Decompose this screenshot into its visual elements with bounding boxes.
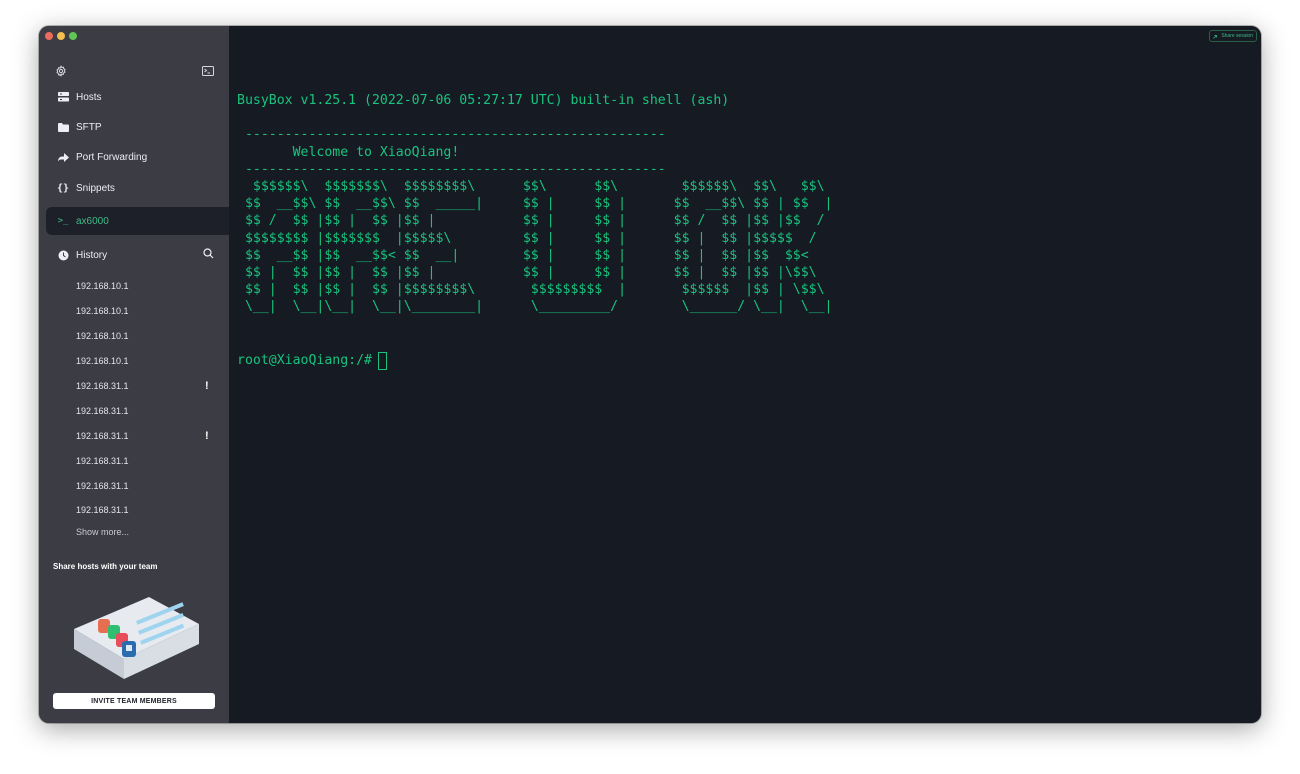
- history-item[interactable]: 192.168.31.1!: [39, 423, 229, 448]
- terminal-line: $$ __$$ |$$ __$$< $$ __| $$ | $$ | $$ | …: [237, 247, 809, 263]
- history-label: History: [76, 249, 108, 261]
- sidebar-item-port-forwarding[interactable]: Port Forwarding: [39, 143, 229, 171]
- history-item[interactable]: 192.168.31.1: [39, 473, 229, 498]
- share-session-button[interactable]: Share session: [1209, 30, 1257, 42]
- history-item-label: 192.168.31.1: [76, 381, 129, 391]
- history-item-label: 192.168.10.1: [76, 281, 129, 292]
- history-header[interactable]: History: [39, 245, 229, 265]
- history-item[interactable]: 192.168.31.1: [39, 498, 229, 523]
- terminal-line: \__| \__|\__| \__|\________| \_________/…: [237, 299, 833, 315]
- sidebar-item-label: Hosts: [76, 91, 102, 103]
- invite-team-members-button[interactable]: INVITE TEAM MEMBERS: [53, 693, 215, 709]
- terminal-line: $$ __$$\ $$ __$$\ $$ _____| $$ | $$ | $$…: [237, 196, 833, 212]
- warning-icon: !: [205, 380, 209, 392]
- sidebar-item-snippets[interactable]: {} Snippets: [39, 174, 229, 202]
- terminal-line: $$$$$$$$ |$$$$$$$ |$$$$$\ $$ | $$ | $$ |…: [237, 230, 817, 246]
- history-item-label: 192.168.31.1: [76, 505, 129, 516]
- history-item[interactable]: 192.168.10.1: [39, 324, 229, 349]
- history-item[interactable]: 192.168.31.1: [39, 398, 229, 423]
- terminal-line: $$ / $$ |$$ | $$ |$$ | $$ | $$ | $$ / $$…: [237, 213, 825, 229]
- window-controls: [45, 32, 77, 40]
- sidebar-item-label: Snippets: [76, 182, 115, 194]
- history-item[interactable]: 192.168.10.1: [39, 274, 229, 299]
- history-item-label: 192.168.31.1: [76, 430, 129, 441]
- share-hosts-title: Share hosts with your team: [53, 562, 158, 571]
- terminal-prompt-line[interactable]: root@XiaoQiang:/#: [237, 352, 387, 370]
- terminal-line: $$ | $$ |$$ | $$ |$$ | $$ | $$ | $$ | $$…: [237, 265, 817, 281]
- show-more-link[interactable]: Show more...: [76, 527, 129, 537]
- new-terminal-icon[interactable]: [201, 64, 215, 78]
- history-item-label: 192.168.10.1: [76, 306, 129, 317]
- sidebar-item-label: Port Forwarding: [76, 151, 148, 163]
- terminal-pane[interactable]: Share session BusyBox v1.25.1 (2022-07-0…: [229, 26, 1261, 723]
- app-window: Hosts SFTP Port Forwarding {} Snippets >…: [39, 26, 1261, 723]
- share-icon: [1213, 34, 1218, 39]
- folder-icon: [55, 122, 71, 132]
- history-item-label: 192.168.31.1: [76, 455, 129, 466]
- terminal-cursor: [377, 352, 387, 370]
- history-item-label: 192.168.31.1: [76, 405, 129, 416]
- minimize-window-button[interactable]: [57, 32, 65, 40]
- team-hosts-illustration: [64, 579, 204, 684]
- history-item-label: 192.168.10.1: [76, 356, 129, 367]
- terminal-line: $$ | $$ |$$ | $$ |$$$$$$$$\ $$$$$$$$$ | …: [237, 282, 825, 298]
- search-icon[interactable]: [203, 248, 214, 262]
- settings-gear-icon[interactable]: [54, 64, 68, 78]
- braces-icon: {}: [56, 182, 70, 194]
- terminal-line: Welcome to XiaoQiang!: [237, 144, 460, 160]
- history-list: 192.168.10.1 192.168.10.1 192.168.10.1 1…: [39, 274, 229, 523]
- hosts-icon: [55, 92, 71, 102]
- history-item[interactable]: 192.168.10.1: [39, 299, 229, 324]
- sidebar-item-ax6000[interactable]: >_ ax6000: [46, 207, 229, 235]
- sidebar-item-label: SFTP: [76, 121, 102, 133]
- terminal-line: ----------------------------------------…: [237, 161, 666, 177]
- warning-icon: !: [205, 429, 209, 442]
- terminal-icon: >_: [57, 216, 69, 226]
- history-item[interactable]: 192.168.31.1!: [39, 374, 229, 399]
- share-session-label: Share session: [1221, 33, 1253, 39]
- maximize-window-button[interactable]: [69, 32, 77, 40]
- history-item[interactable]: 192.168.31.1: [39, 448, 229, 473]
- sidebar-item-sftp[interactable]: SFTP: [39, 113, 229, 141]
- terminal-line: BusyBox v1.25.1 (2022-07-06 05:27:17 UTC…: [237, 93, 730, 108]
- sidebar-item-hosts[interactable]: Hosts: [39, 83, 229, 111]
- terminal-prompt: root@XiaoQiang:/#: [237, 353, 372, 369]
- terminal-line: $$$$$$\ $$$$$$$\ $$$$$$$$\ $$\ $$\ $$$$$…: [237, 179, 825, 195]
- sidebar: Hosts SFTP Port Forwarding {} Snippets >…: [39, 26, 229, 723]
- clock-icon: [55, 250, 71, 261]
- close-window-button[interactable]: [45, 32, 53, 40]
- history-item-label: 192.168.10.1: [76, 331, 129, 342]
- arrow-forward-icon: [55, 152, 71, 162]
- terminal-output: BusyBox v1.25.1 (2022-07-06 05:27:17 UTC…: [237, 92, 832, 316]
- terminal-line: ----------------------------------------…: [237, 127, 666, 143]
- history-item[interactable]: 192.168.10.1: [39, 349, 229, 374]
- history-item-label: 192.168.31.1: [76, 480, 129, 491]
- active-session-label: ax6000: [76, 215, 109, 227]
